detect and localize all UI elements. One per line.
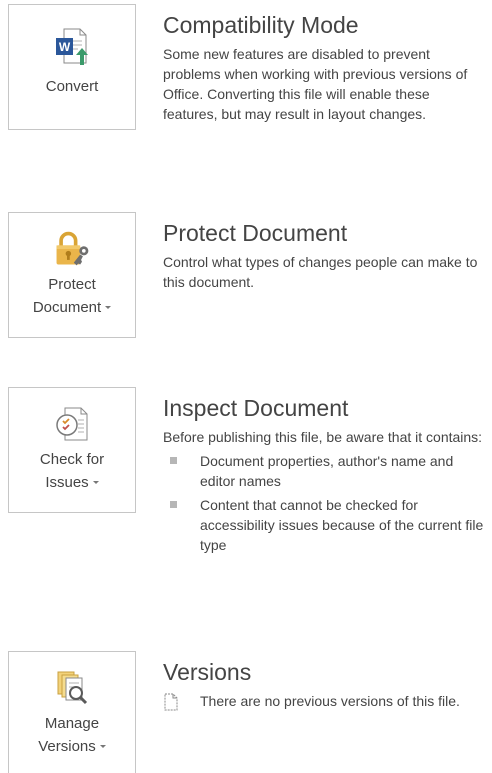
chevron-down-icon xyxy=(105,306,112,309)
protect-document-button-label: Protect Document xyxy=(33,273,112,319)
document-icon xyxy=(163,693,179,716)
versions-status: There are no previous versions of this f… xyxy=(163,691,486,711)
versions-status-text: There are no previous versions of this f… xyxy=(200,693,460,709)
chevron-down-icon xyxy=(92,481,99,484)
compatibility-mode-description: Some new features are disabled to preven… xyxy=(163,46,468,122)
bullet-icon xyxy=(170,457,177,464)
compatibility-mode-title: Compatibility Mode xyxy=(163,12,359,38)
check-issues-icon xyxy=(52,404,92,444)
inspect-document-description: Before publishing this file, be aware th… xyxy=(163,429,483,445)
convert-button[interactable]: W Convert xyxy=(8,4,136,130)
lock-key-icon xyxy=(52,229,92,269)
protect-document-description: Control what types of changes people can… xyxy=(163,254,478,290)
manage-versions-button[interactable]: Manage Versions xyxy=(8,651,136,773)
convert-button-label: Convert xyxy=(45,78,99,95)
protect-document-title: Protect Document xyxy=(163,220,348,246)
word-convert-icon: W xyxy=(52,27,92,67)
manage-versions-icon xyxy=(52,668,92,708)
check-for-issues-button-label: Check for Issues xyxy=(39,451,105,491)
protect-document-button[interactable]: Protect Document xyxy=(8,212,136,338)
list-item: Content that cannot be checked for acces… xyxy=(163,495,486,555)
svg-text:W: W xyxy=(59,40,71,54)
chevron-down-icon xyxy=(99,745,106,748)
bullet-icon xyxy=(170,501,177,508)
manage-versions-button-label: Manage Versions xyxy=(38,712,106,758)
check-for-issues-button[interactable]: Check for Issues xyxy=(8,387,136,513)
versions-title: Versions xyxy=(163,659,252,685)
inspect-issues-list: Document properties, author's name and e… xyxy=(163,451,486,555)
list-item: Document properties, author's name and e… xyxy=(163,451,486,491)
inspect-document-title: Inspect Document xyxy=(163,395,349,421)
